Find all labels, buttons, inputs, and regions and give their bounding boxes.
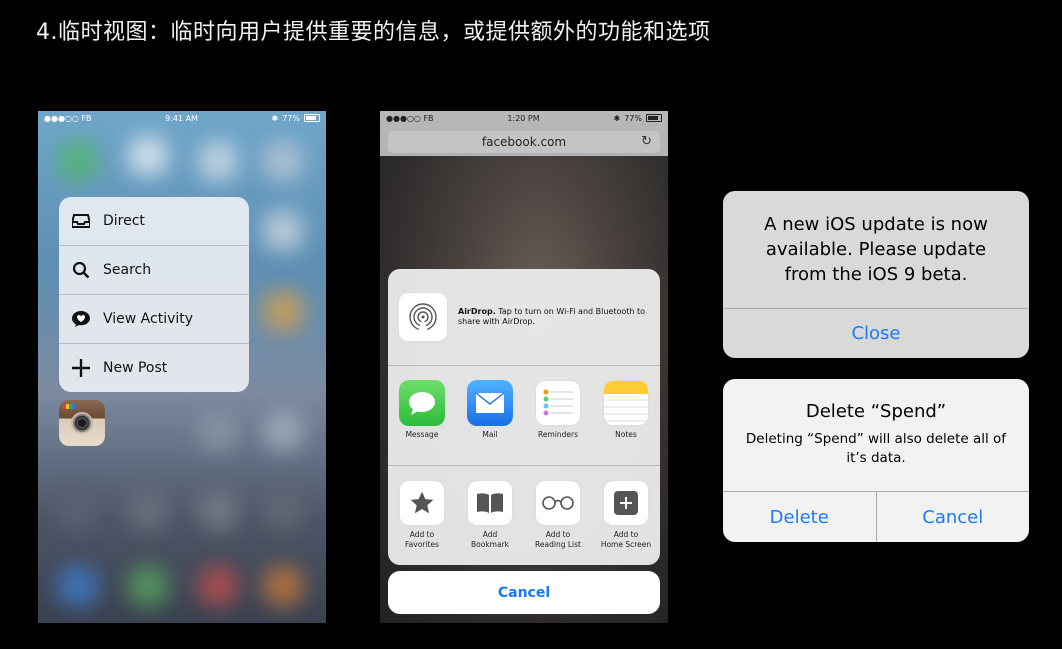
action-label-line2: Home Screen (600, 540, 652, 549)
glasses-icon (535, 480, 581, 526)
share-apps-row: Message Mail Reminders Notes (388, 366, 660, 466)
quick-action-label: Direct (103, 213, 145, 229)
quick-actions-menu: Direct Search View Activity New Post (59, 197, 249, 392)
star-icon (399, 480, 445, 526)
battery-percent: 77% (282, 113, 300, 123)
message-icon (399, 380, 445, 426)
update-alert: A new iOS update is now available. Pleas… (723, 191, 1029, 358)
action-label-line2: Favorites (405, 540, 439, 549)
share-sheet: AirDrop. Tap to turn on Wi-Fi and Blueto… (388, 269, 660, 565)
status-time: 9:41 AM (165, 113, 198, 123)
status-bar: ●●●○○ FB 1:20 PM ✱ 77% (380, 111, 668, 125)
battery-icon (645, 114, 662, 122)
action-label-line2: Reading List (535, 540, 581, 549)
slide-title: 4.临时视图：临时向用户提供重要的信息，或提供额外的功能和选项 (36, 20, 711, 45)
instagram-app-icon[interactable] (59, 400, 105, 446)
url-bar[interactable]: facebook.com ↻ (388, 131, 660, 153)
action-add-bookmark[interactable]: Add Bookmark (462, 480, 518, 550)
airdrop-title: AirDrop. (458, 307, 496, 316)
action-label-line1: Add to (545, 530, 571, 539)
action-label-line2: Bookmark (471, 540, 509, 549)
plus-square-icon (603, 480, 649, 526)
bluetooth-icon: ✱ (271, 113, 279, 123)
reload-icon[interactable]: ↻ (641, 134, 652, 149)
mail-icon (467, 380, 513, 426)
book-icon (467, 480, 513, 526)
close-button[interactable]: Close (723, 309, 1029, 358)
cancel-button[interactable]: Cancel (877, 492, 1030, 542)
quick-action-label: View Activity (103, 311, 194, 327)
quick-action-new-post[interactable]: New Post (59, 344, 249, 392)
inbox-tray-icon (59, 213, 103, 229)
share-app-label: Notes (615, 430, 637, 439)
instagram-quick-actions-screen: ●●●○○ FB 9:41 AM ✱ 77% Direct Search Vie… (38, 111, 326, 623)
quick-action-view-activity[interactable]: View Activity (59, 295, 249, 344)
action-add-to-reading-list[interactable]: Add to Reading List (530, 480, 586, 550)
action-label-line1: Add (482, 530, 498, 539)
battery-percent: 77% (624, 113, 642, 123)
battery-icon (303, 114, 320, 122)
quick-action-search[interactable]: Search (59, 246, 249, 295)
share-app-message[interactable]: Message (394, 380, 450, 440)
alert-title: Delete “Spend” (805, 401, 947, 422)
alert-message: A new iOS update is now available. Pleas… (723, 191, 1029, 309)
reminders-icon (535, 380, 581, 426)
notes-icon (603, 380, 649, 426)
heart-bubble-icon (59, 310, 103, 328)
url-text: facebook.com (481, 135, 567, 149)
action-label-line1: Add to (409, 530, 435, 539)
action-add-to-favorites[interactable]: Add to Favorites (394, 480, 450, 550)
status-bar: ●●●○○ FB 9:41 AM ✱ 77% (38, 111, 326, 125)
airdrop-row[interactable]: AirDrop. Tap to turn on Wi-Fi and Blueto… (388, 269, 660, 366)
alert-message: Deleting “Spend” will also delete all of… (745, 431, 1007, 466)
airdrop-icon (398, 292, 448, 342)
search-icon (59, 261, 103, 279)
share-app-mail[interactable]: Mail (462, 380, 518, 440)
share-app-label: Reminders (538, 430, 578, 439)
share-app-reminders[interactable]: Reminders (530, 380, 586, 440)
bluetooth-icon: ✱ (613, 113, 621, 123)
action-label-line1: Add to (613, 530, 639, 539)
plus-icon (59, 358, 103, 378)
share-sheet-screen: ●●●○○ FB 1:20 PM ✱ 77% facebook.com ↻ Ai… (380, 111, 668, 623)
carrier-signal: ●●●○○ FB (44, 113, 92, 123)
share-app-notes[interactable]: Notes (598, 380, 654, 440)
delete-button[interactable]: Delete (723, 492, 877, 542)
quick-action-direct[interactable]: Direct (59, 197, 249, 246)
share-app-label: Mail (482, 430, 498, 439)
status-time: 1:20 PM (507, 113, 540, 123)
share-app-label: Message (405, 430, 439, 439)
share-cancel-button[interactable]: Cancel (388, 571, 660, 614)
delete-alert: Delete “Spend” Deleting “Spend” will als… (723, 379, 1029, 542)
carrier-signal: ●●●○○ FB (386, 113, 434, 123)
share-actions-row: Add to Favorites Add Bookmark Add to Readin… (388, 466, 660, 565)
quick-action-label: New Post (103, 360, 168, 376)
action-add-to-home-screen[interactable]: Add to Home Screen (598, 480, 654, 550)
quick-action-label: Search (103, 262, 152, 278)
